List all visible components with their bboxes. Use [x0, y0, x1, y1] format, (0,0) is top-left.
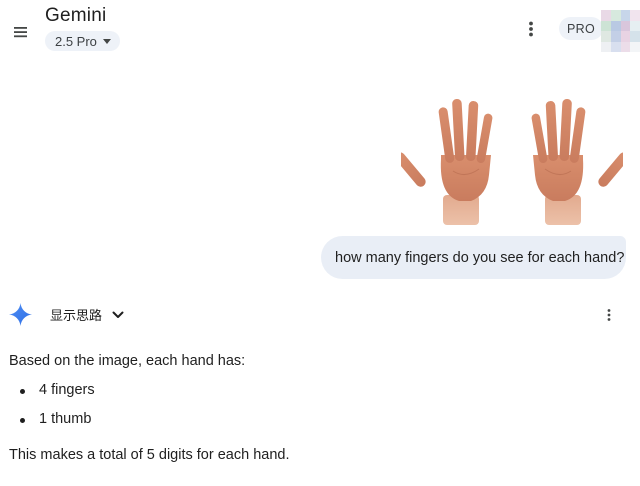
bullet-dot	[20, 389, 25, 394]
gemini-chat-screen: Gemini 2.5 Pro PRO how many fingers do y…	[0, 0, 640, 486]
response-bullet: 1 thumb	[39, 411, 92, 427]
response-intro: Based on the image, each hand has:	[9, 353, 246, 369]
model-selector-label: 2.5 Pro	[55, 33, 97, 49]
response-bullet: 4 fingers	[39, 382, 95, 398]
caret-down-icon	[102, 39, 111, 44]
left-hand	[395, 99, 493, 225]
more-vert-icon[interactable]	[524, 19, 538, 39]
user-uploaded-image[interactable]	[395, 97, 629, 227]
right-hand	[531, 99, 629, 225]
pro-badge: PRO	[559, 17, 603, 40]
response-more-vert-icon[interactable]	[603, 307, 615, 323]
model-selector[interactable]: 2.5 Pro	[45, 31, 120, 51]
menu-icon[interactable]	[10, 22, 32, 42]
bullet-dot	[20, 418, 25, 423]
app-title: Gemini	[45, 5, 107, 26]
gemini-spark-icon	[9, 303, 32, 326]
chevron-down-icon	[112, 306, 124, 324]
response-conclusion: This makes a total of 5 digits for each …	[9, 447, 290, 463]
avatar[interactable]	[601, 10, 640, 52]
show-thoughts-toggle[interactable]: 显示思路	[50, 305, 124, 324]
user-message-text: how many fingers do you see for each han…	[335, 249, 625, 266]
user-message-bubble: how many fingers do you see for each han…	[321, 236, 626, 279]
show-thoughts-label: 显示思路	[50, 309, 103, 324]
